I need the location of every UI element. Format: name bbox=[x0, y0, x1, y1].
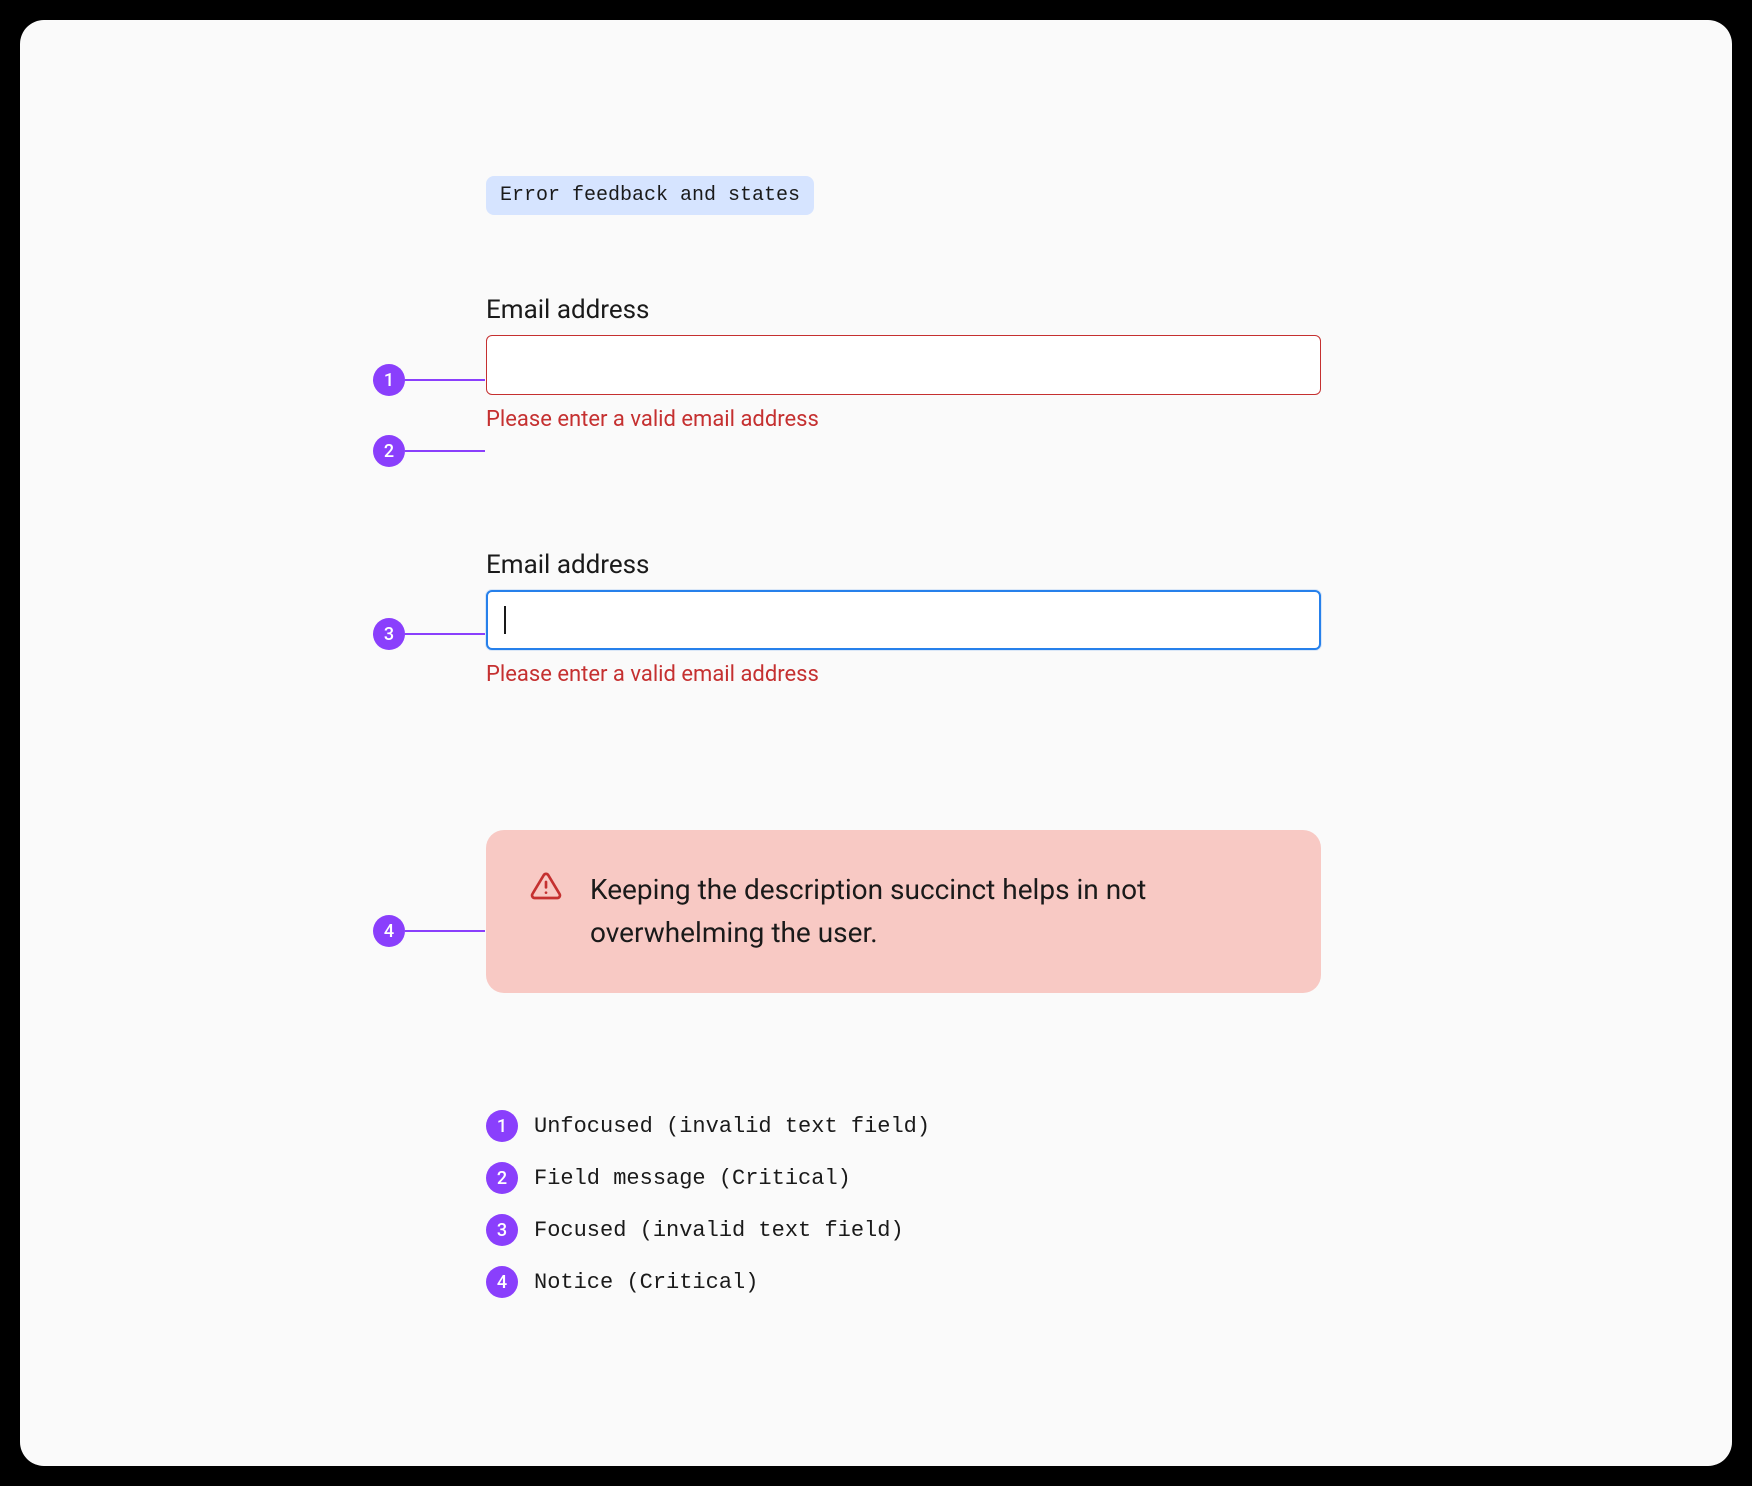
legend-badge: 4 bbox=[486, 1266, 518, 1298]
legend-badge: 2 bbox=[486, 1162, 518, 1194]
email-field-focused-group: Email address Please enter a valid email… bbox=[486, 550, 1321, 687]
annotation-legend: 1 Unfocused (invalid text field) 2 Field… bbox=[486, 1110, 930, 1318]
legend-label: Focused (invalid text field) bbox=[534, 1218, 904, 1243]
documentation-canvas: Error feedback and states 1 2 3 4 Email … bbox=[20, 20, 1732, 1466]
annotation-pointer-1: 1 bbox=[373, 364, 485, 396]
email-label: Email address bbox=[486, 295, 1321, 325]
text-cursor bbox=[504, 606, 506, 634]
legend-label: Notice (Critical) bbox=[534, 1270, 758, 1295]
annotation-badge: 2 bbox=[373, 435, 405, 467]
critical-notice: Keeping the description succinct helps i… bbox=[486, 830, 1321, 993]
annotation-pointer-3: 3 bbox=[373, 618, 485, 650]
annotation-badge: 4 bbox=[373, 915, 405, 947]
annotation-pointer-4: 4 bbox=[373, 915, 485, 947]
annotation-line bbox=[405, 379, 485, 381]
legend-item: 2 Field message (Critical) bbox=[486, 1162, 930, 1194]
section-tag: Error feedback and states bbox=[486, 176, 814, 215]
field-error-message: Please enter a valid email address bbox=[486, 407, 1321, 432]
annotation-badge: 1 bbox=[373, 364, 405, 396]
annotation-line bbox=[405, 633, 485, 635]
email-label: Email address bbox=[486, 550, 1321, 580]
email-field-unfocused-group: Email address Please enter a valid email… bbox=[486, 295, 1321, 432]
annotation-line bbox=[405, 450, 485, 452]
legend-badge: 3 bbox=[486, 1214, 518, 1246]
annotation-line bbox=[405, 930, 485, 932]
legend-label: Field message (Critical) bbox=[534, 1166, 851, 1191]
legend-label: Unfocused (invalid text field) bbox=[534, 1114, 930, 1139]
annotation-badge: 3 bbox=[373, 618, 405, 650]
legend-item: 3 Focused (invalid text field) bbox=[486, 1214, 930, 1246]
field-error-message: Please enter a valid email address bbox=[486, 662, 1321, 687]
legend-item: 1 Unfocused (invalid text field) bbox=[486, 1110, 930, 1142]
notice-description: Keeping the description succinct helps i… bbox=[590, 868, 1277, 955]
annotation-pointer-2: 2 bbox=[373, 435, 485, 467]
legend-badge: 1 bbox=[486, 1110, 518, 1142]
email-input-focused[interactable] bbox=[486, 590, 1321, 650]
legend-item: 4 Notice (Critical) bbox=[486, 1266, 930, 1298]
email-input-unfocused[interactable] bbox=[486, 335, 1321, 395]
alert-triangle-icon bbox=[530, 870, 562, 906]
